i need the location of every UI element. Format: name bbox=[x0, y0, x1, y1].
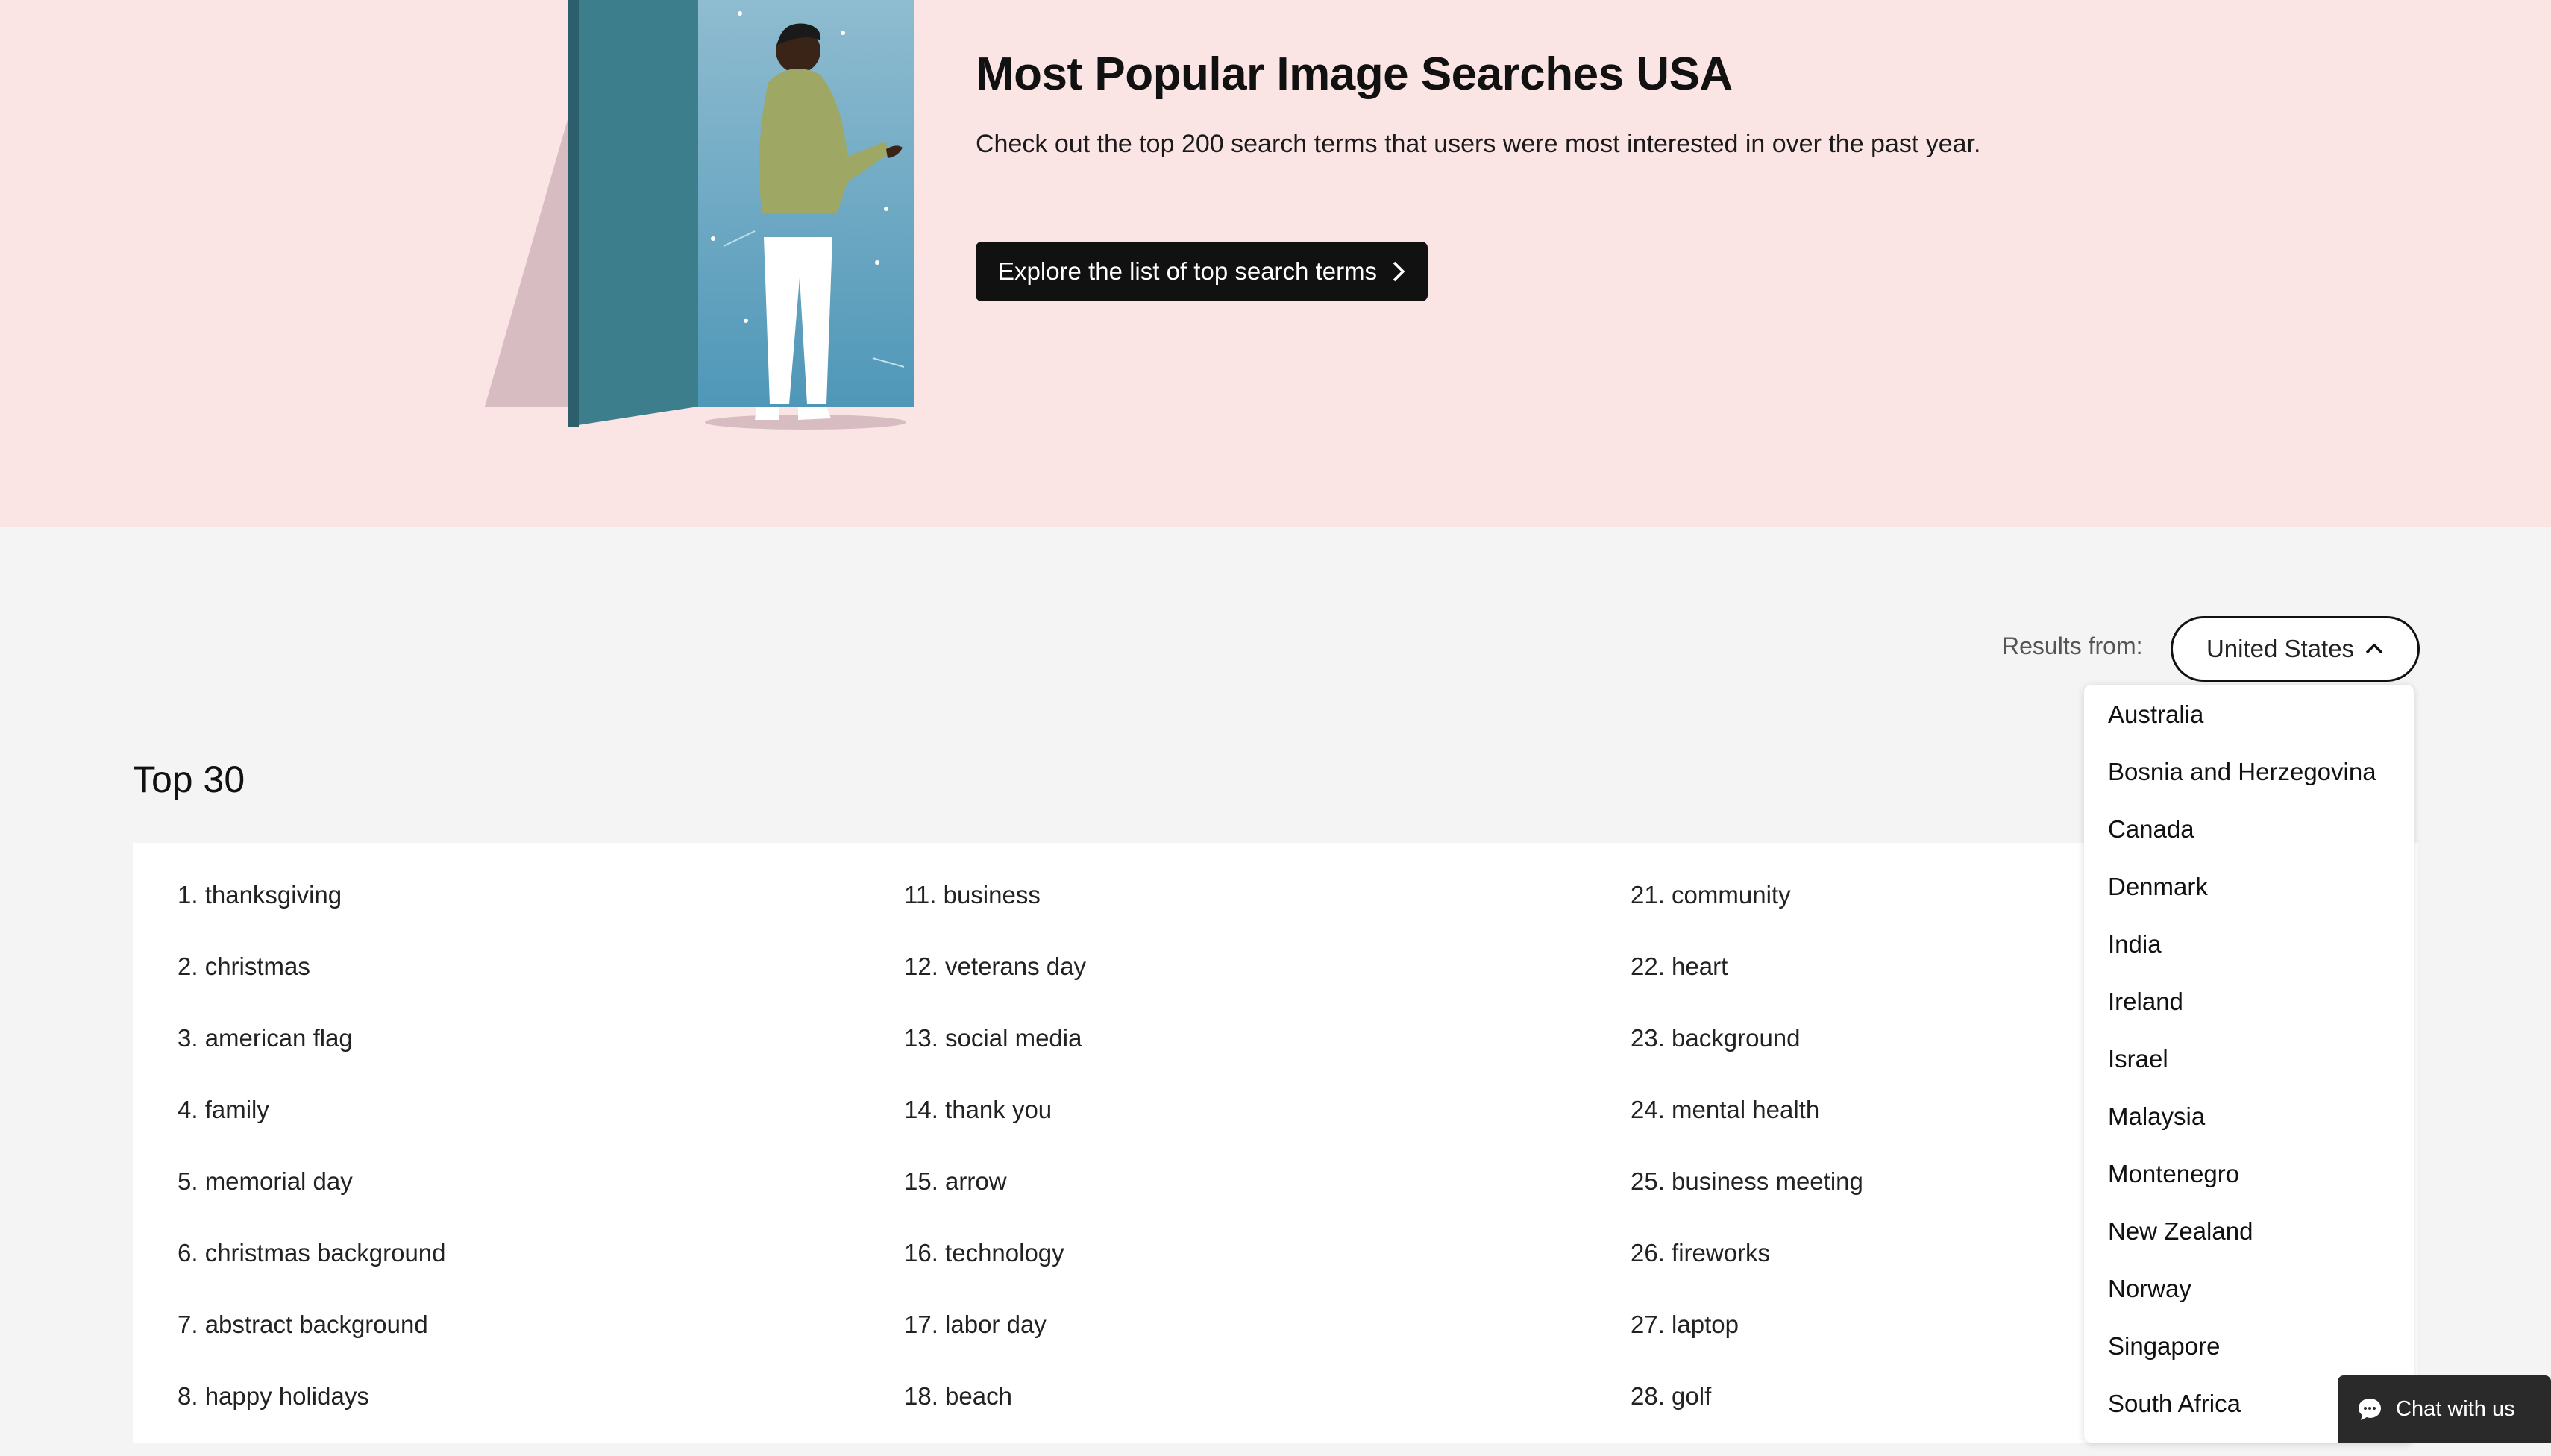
country-option[interactable]: Bosnia and Herzegovina bbox=[2084, 743, 2414, 800]
chat-button-label: Chat with us bbox=[2396, 1396, 2515, 1421]
country-option[interactable]: Denmark bbox=[2084, 858, 2414, 915]
search-term-link[interactable]: 1. thanksgiving bbox=[178, 859, 446, 931]
chat-with-us-button[interactable]: Chat with us bbox=[2338, 1375, 2551, 1443]
search-term-link[interactable]: 15. arrow bbox=[904, 1146, 1086, 1217]
search-term-link[interactable]: 16. technology bbox=[904, 1217, 1086, 1289]
search-term-link[interactable]: 27. laptop bbox=[1631, 1289, 1863, 1361]
terms-column-2: 11. business 12. veterans day 13. social… bbox=[904, 881, 1086, 1456]
country-option[interactable]: Israel bbox=[2084, 1030, 2414, 1088]
person-at-door-illustration bbox=[485, 0, 914, 430]
search-term-link[interactable]: 23. background bbox=[1631, 1002, 1863, 1074]
country-option[interactable]: Norway bbox=[2084, 1260, 2414, 1317]
chevron-right-icon bbox=[1393, 261, 1405, 282]
search-term-link[interactable]: 8. happy holidays bbox=[178, 1361, 446, 1432]
search-term-link[interactable]: 4. family bbox=[178, 1074, 446, 1146]
country-option[interactable]: New Zealand bbox=[2084, 1202, 2414, 1260]
search-term-link[interactable]: 5. memorial day bbox=[178, 1146, 446, 1217]
search-term-link[interactable]: 22. heart bbox=[1631, 931, 1863, 1002]
search-term-link[interactable]: 14. thank you bbox=[904, 1074, 1086, 1146]
terms-column-1: 1. thanksgiving 2. christmas 3. american… bbox=[178, 881, 446, 1456]
explore-top-terms-button[interactable]: Explore the list of top search terms bbox=[976, 242, 1428, 301]
chat-bubble-icon bbox=[2359, 1399, 2381, 1420]
hero-banner: Most Popular Image Searches USA Check ou… bbox=[0, 0, 2551, 527]
country-select[interactable]: United States bbox=[2171, 616, 2420, 682]
page-subtitle: Check out the top 200 search terms that … bbox=[976, 130, 1981, 159]
search-term-link[interactable]: 12. veterans day bbox=[904, 931, 1086, 1002]
search-term-link[interactable]: 21. community bbox=[1631, 859, 1863, 931]
country-option[interactable]: Canada bbox=[2084, 800, 2414, 858]
search-term-link[interactable]: 3. american flag bbox=[178, 1002, 446, 1074]
search-term-link[interactable]: 2. christmas bbox=[178, 931, 446, 1002]
country-option[interactable]: Ireland bbox=[2084, 973, 2414, 1030]
search-term-link[interactable]: 7. abstract background bbox=[178, 1289, 446, 1361]
country-option[interactable]: Australia bbox=[2084, 685, 2414, 743]
country-select-value: United States bbox=[2206, 635, 2355, 662]
search-term-link[interactable]: 18. beach bbox=[904, 1361, 1086, 1432]
search-term-link[interactable]: 26. fireworks bbox=[1631, 1217, 1863, 1289]
search-term-link[interactable]: 6. christmas background bbox=[178, 1217, 446, 1289]
country-option[interactable]: Malaysia bbox=[2084, 1088, 2414, 1145]
country-option[interactable]: Singapore bbox=[2084, 1317, 2414, 1375]
top-terms-panel: 1. thanksgiving 2. christmas 3. american… bbox=[133, 843, 2418, 1443]
top-30-heading: Top 30 bbox=[133, 759, 245, 800]
search-term-link[interactable]: 17. labor day bbox=[904, 1289, 1086, 1361]
country-option[interactable]: Montenegro bbox=[2084, 1145, 2414, 1202]
country-dropdown-menu: Australia Bosnia and Herzegovina Canada … bbox=[2084, 685, 2414, 1443]
chevron-up-icon bbox=[2365, 643, 2383, 654]
explore-button-label: Explore the list of top search terms bbox=[998, 257, 1378, 285]
results-from-label: Results from: bbox=[2002, 633, 2143, 659]
search-term-link[interactable]: 25. business meeting bbox=[1631, 1146, 1863, 1217]
search-term-link[interactable]: 24. mental health bbox=[1631, 1074, 1863, 1146]
search-term-link[interactable]: 28. golf bbox=[1631, 1361, 1863, 1432]
search-term-link[interactable]: 13. social media bbox=[904, 1002, 1086, 1074]
search-term-link[interactable]: 11. business bbox=[904, 859, 1086, 931]
page-title: Most Popular Image Searches USA bbox=[976, 48, 1733, 100]
country-option[interactable]: India bbox=[2084, 915, 2414, 973]
terms-column-3: 21. community 22. heart 23. background 2… bbox=[1631, 881, 1863, 1456]
